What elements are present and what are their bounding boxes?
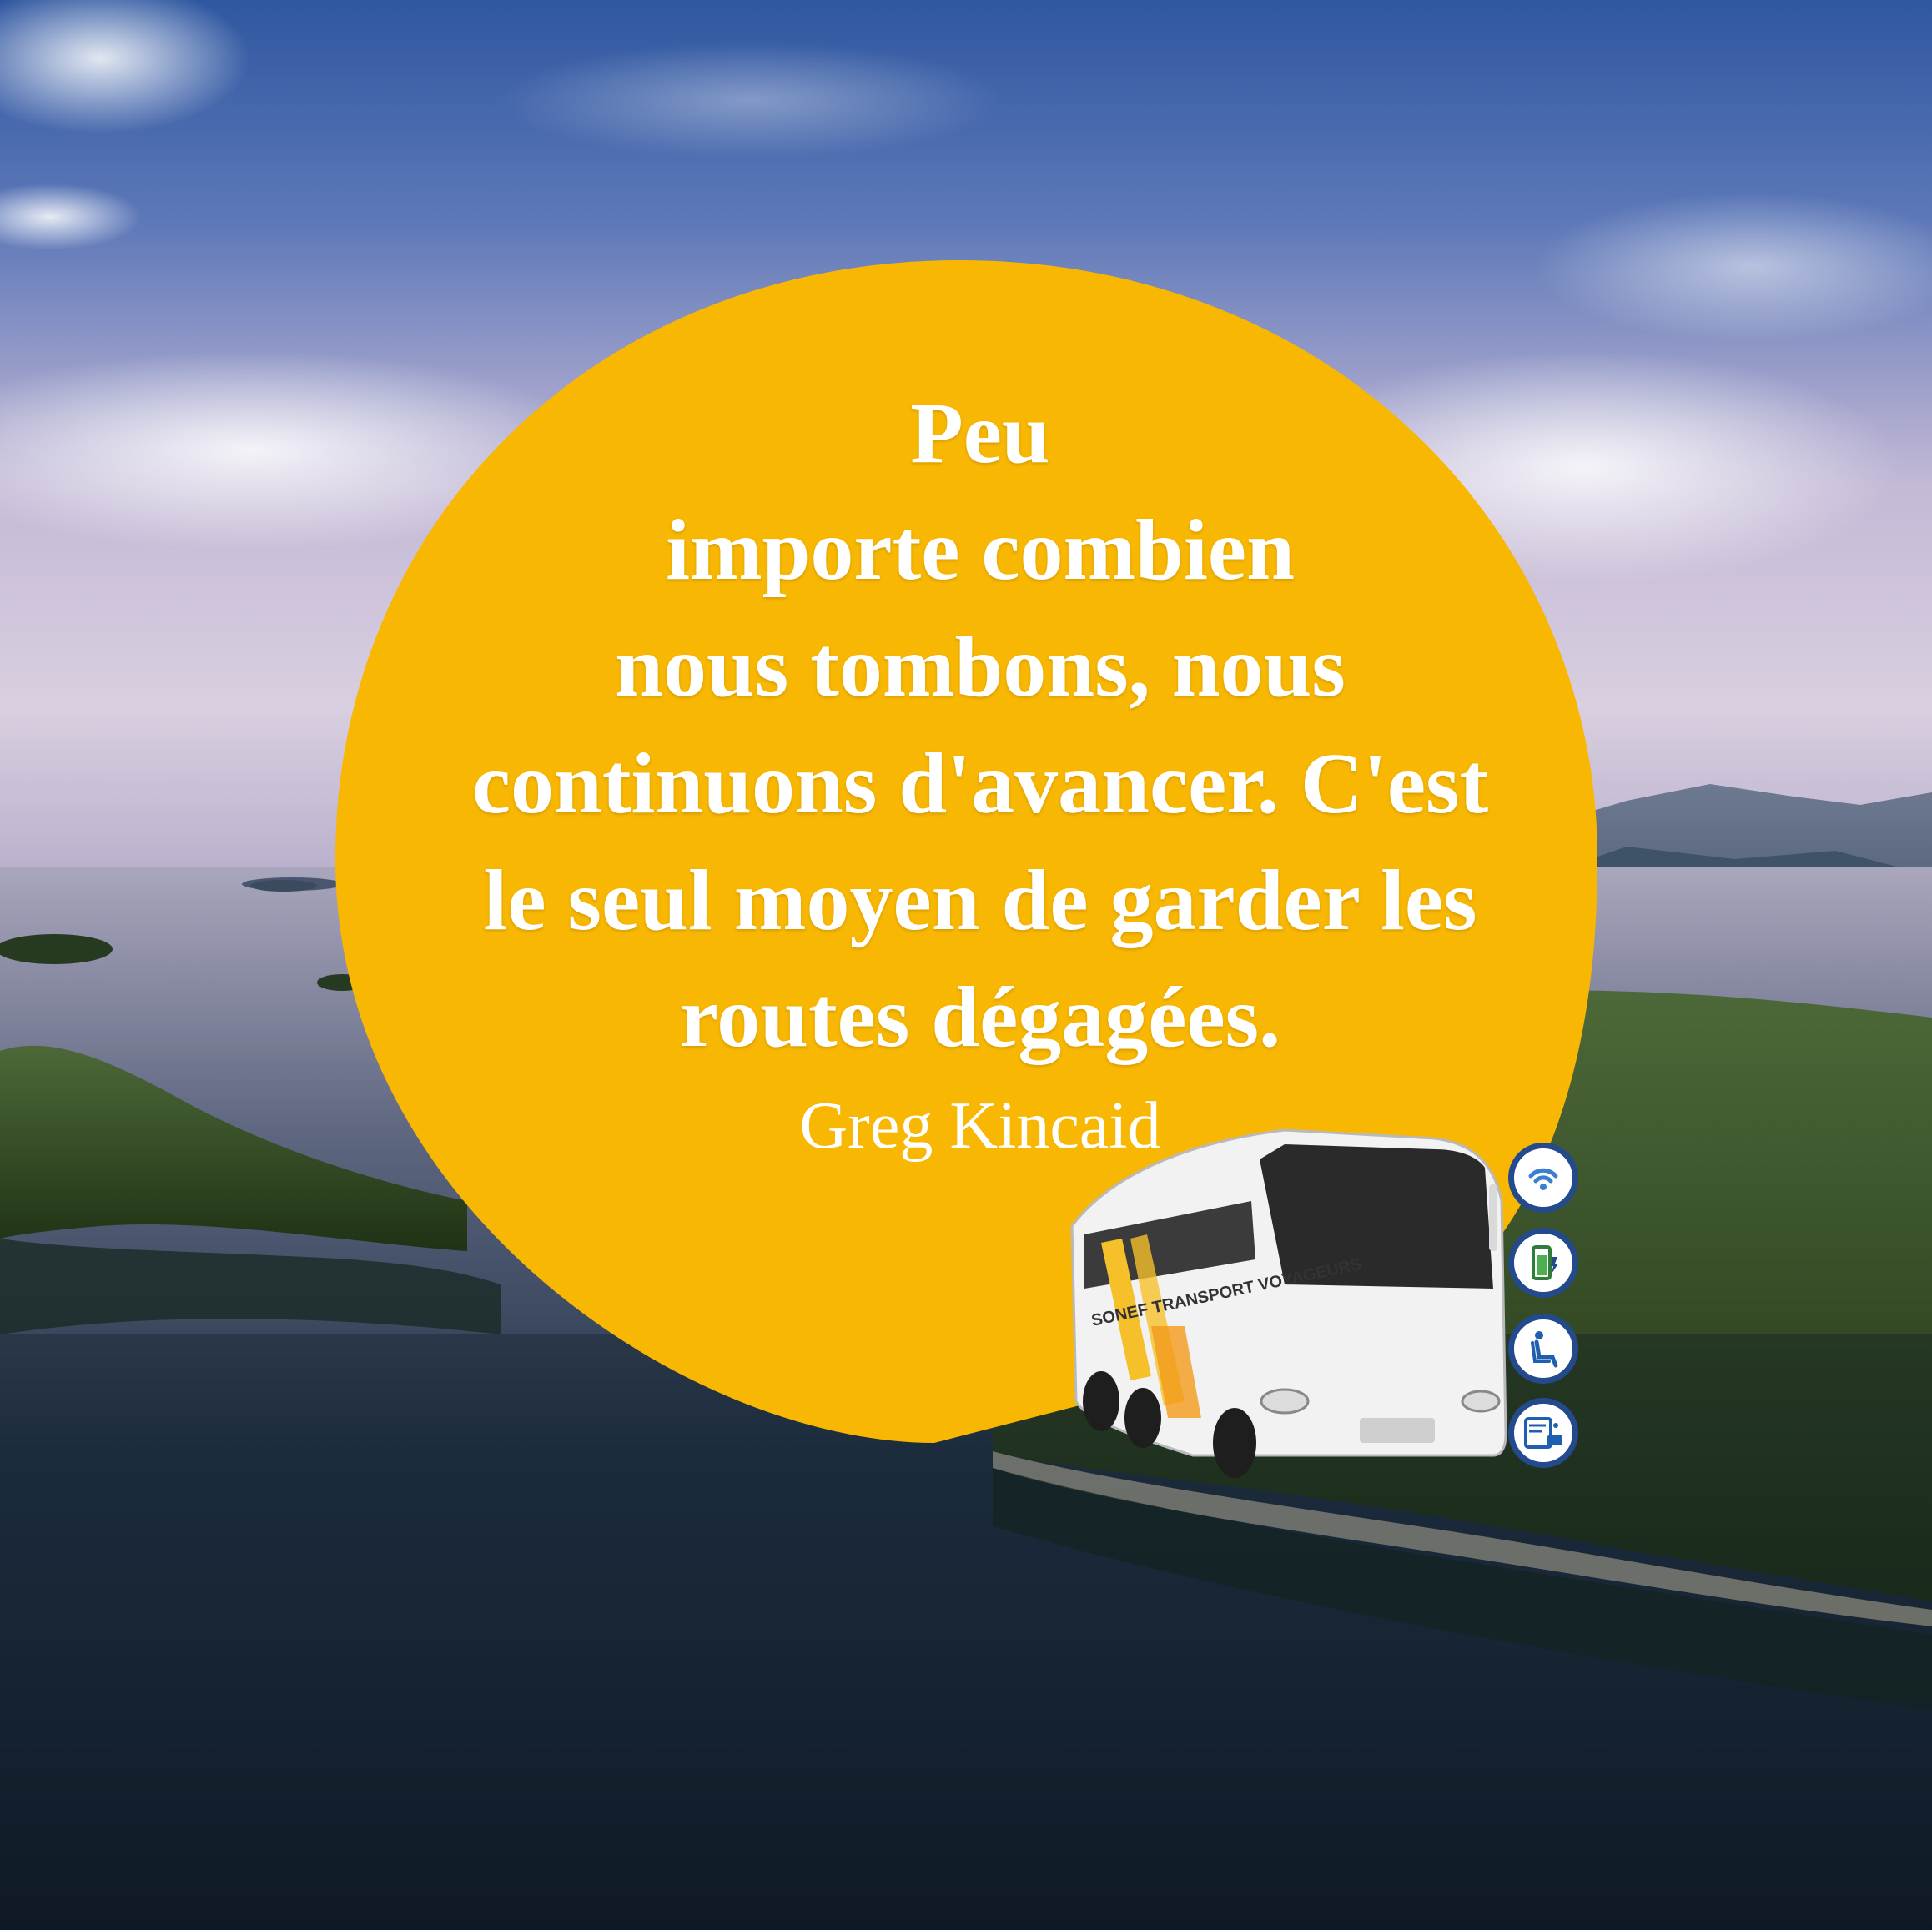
quote: Peu importe combien nous tombons, nous c… [330, 375, 1631, 1168]
quote-line-2: importe combien [666, 502, 1295, 598]
entertainment-screen-icon [1508, 1398, 1578, 1468]
wifi-icon [1508, 1143, 1578, 1213]
quote-line-1: Peu [910, 385, 1050, 481]
bus-image: SONEF TRANSPORT VOYAGEURS [1070, 1128, 1507, 1478]
quote-line-6: routes dégagées. [679, 969, 1281, 1065]
charging-icon [1508, 1228, 1578, 1298]
quote-line-3: nous tombons, nous [615, 619, 1346, 715]
quote-line-5: le seul moyen de garder les [483, 852, 1477, 948]
reclining-seat-icon [1508, 1314, 1578, 1384]
quote-author: Greg Kincaid [799, 1089, 1161, 1163]
quote-line-4: continuons d'avancer. C'est [471, 736, 1489, 832]
